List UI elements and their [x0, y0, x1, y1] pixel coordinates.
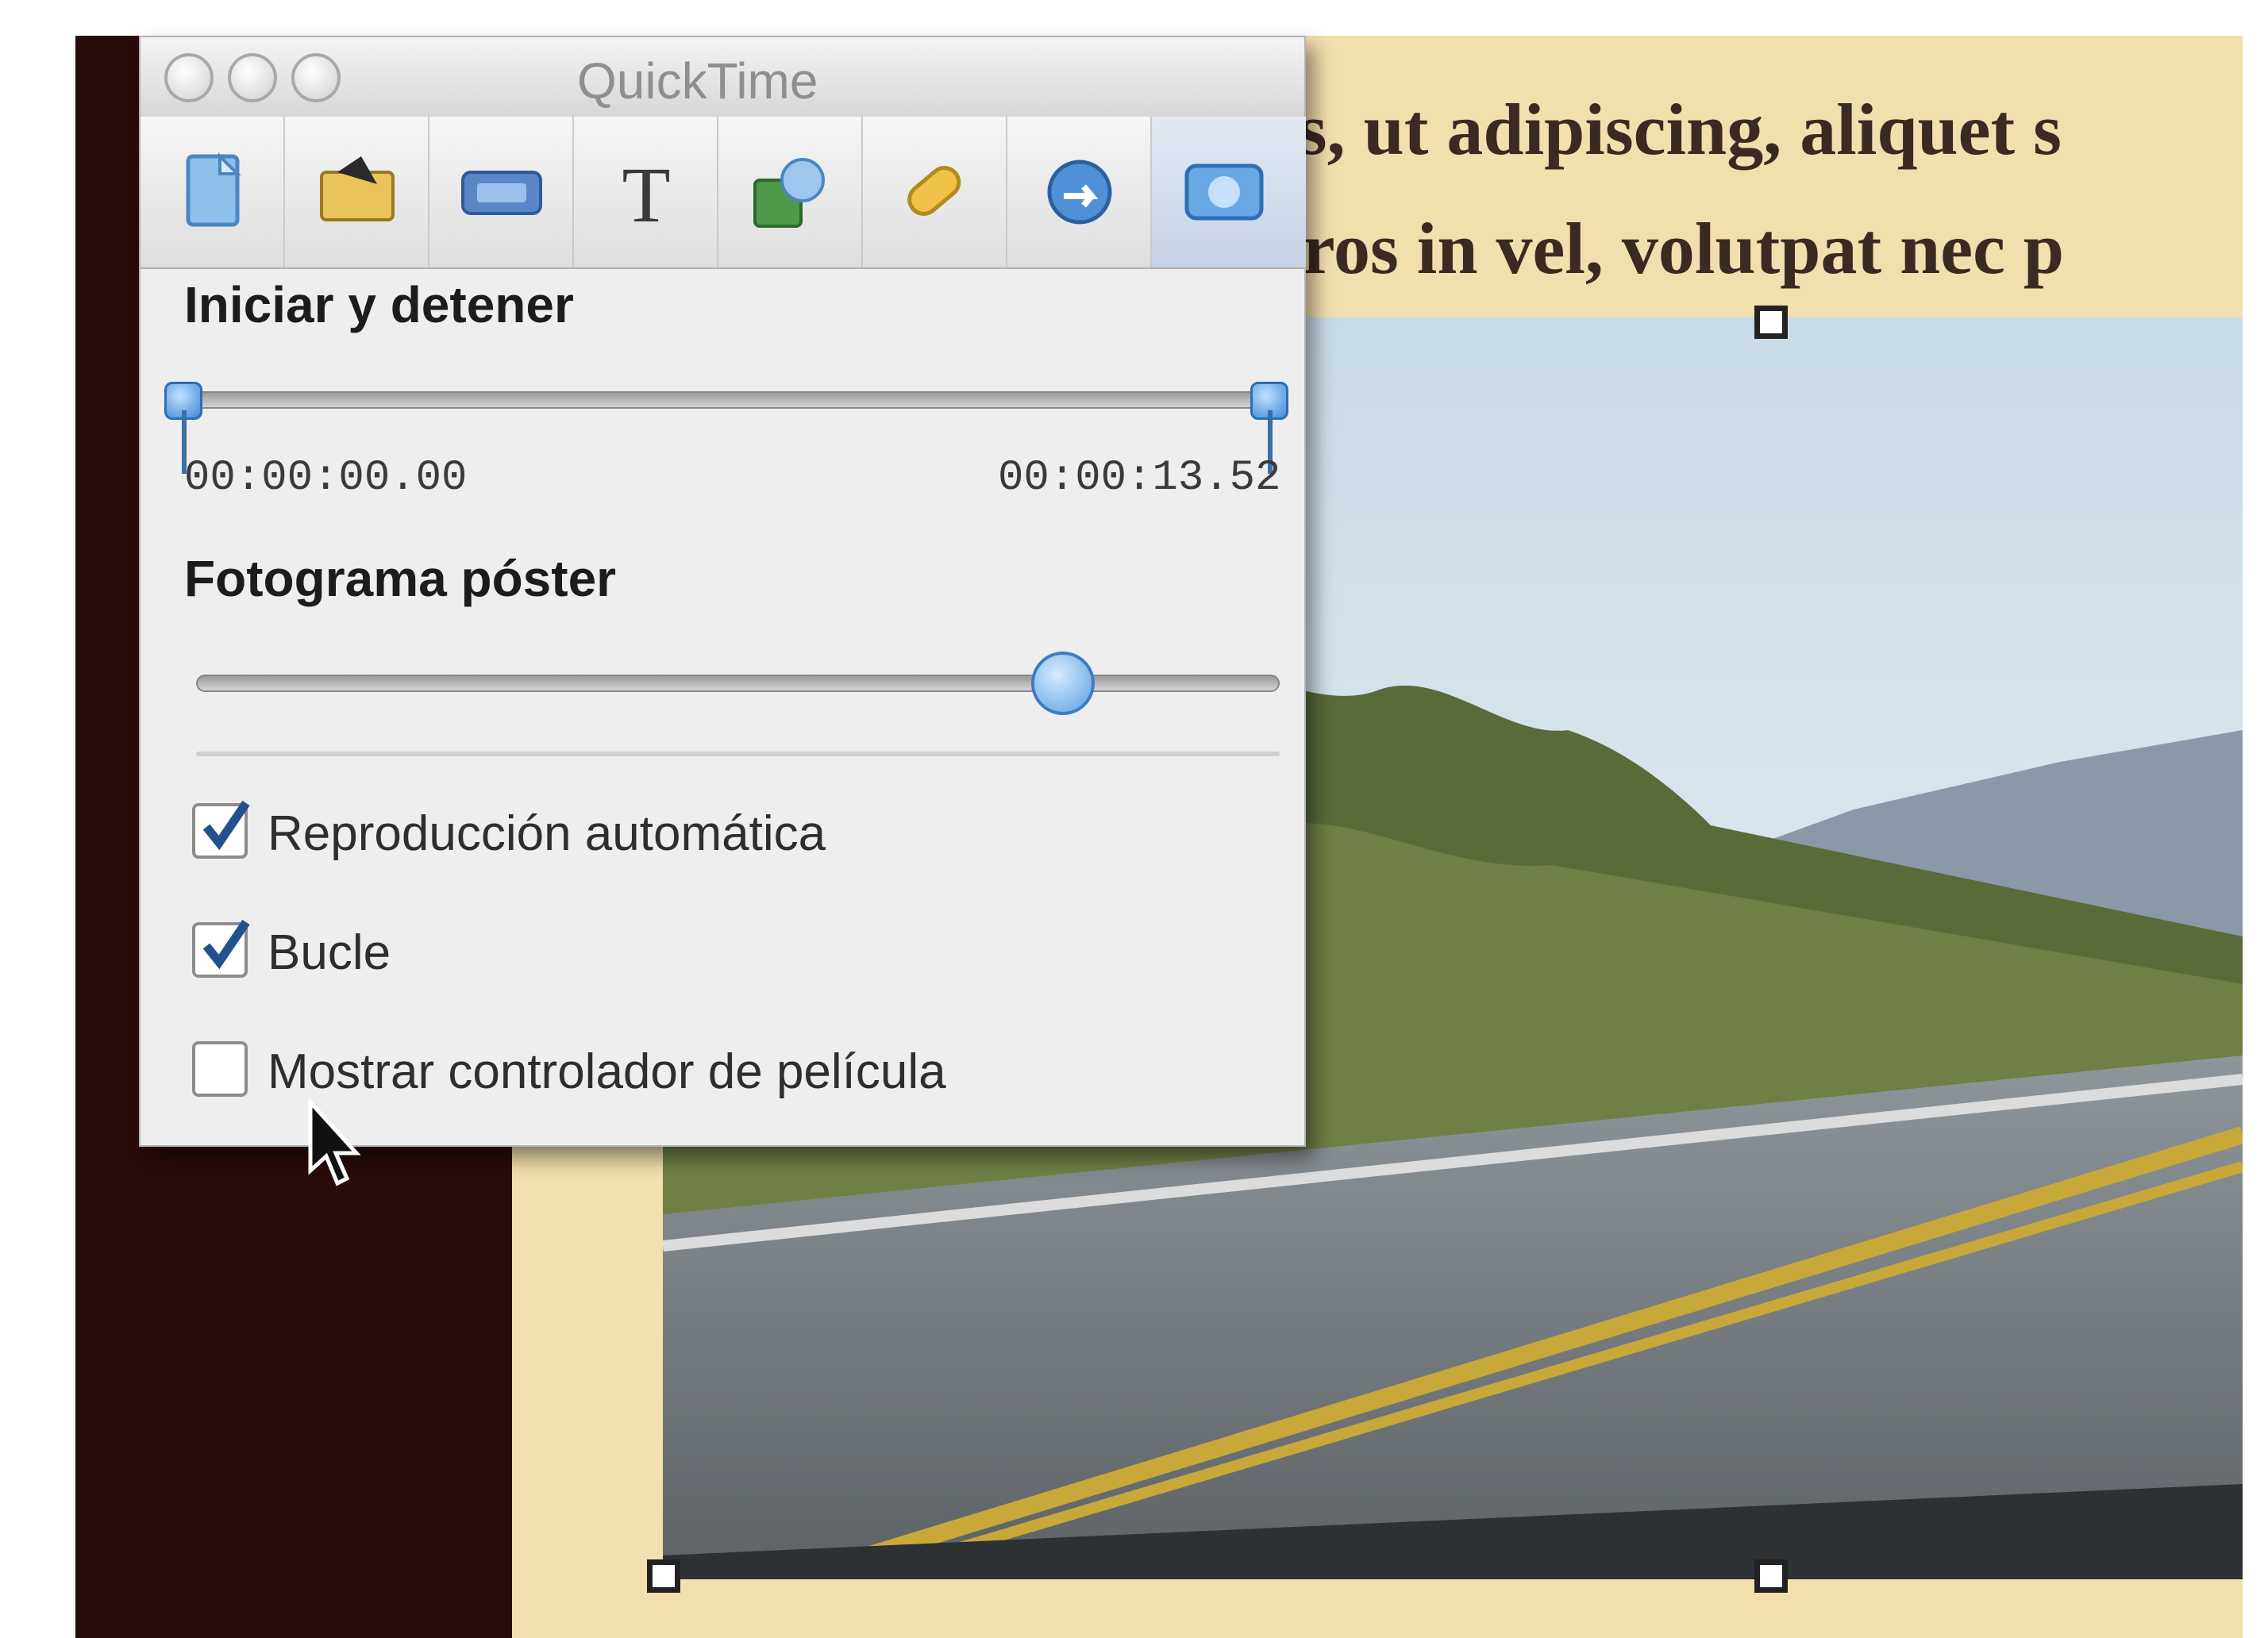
text-icon: T — [622, 151, 670, 236]
link-icon — [1047, 160, 1112, 225]
metrics-icon — [461, 171, 542, 215]
selection-handle[interactable] — [1754, 306, 1788, 339]
poster-frame-title: Fotograma póster — [184, 550, 617, 607]
autoplay-checkbox[interactable] — [192, 800, 250, 859]
hyperlink-icon — [907, 166, 961, 216]
graphic-icon — [320, 156, 395, 221]
selection-handle[interactable] — [1754, 1559, 1788, 1593]
poster-frame-knob[interactable] — [1031, 652, 1095, 715]
text-inspector-button[interactable]: T — [574, 117, 718, 267]
check-icon — [202, 919, 250, 970]
metrics-inspector-button[interactable] — [429, 117, 574, 267]
loop-checkbox[interactable] — [192, 919, 250, 978]
screen: ss, ut adipiscing, aliquet s eros in vel… — [0, 0, 2268, 1638]
title-bar[interactable]: QuickTime — [141, 37, 1304, 118]
close-button[interactable] — [164, 53, 214, 102]
minimize-button[interactable] — [228, 53, 277, 102]
quicktime-inspector-button[interactable] — [1152, 117, 1306, 267]
table-icon — [753, 158, 825, 228]
document-icon — [186, 152, 241, 227]
show-controller-checkbox[interactable] — [192, 1041, 248, 1097]
table-inspector-button[interactable] — [718, 117, 863, 267]
mouse-pointer-icon — [308, 1099, 361, 1186]
page-text-line: eros in vel, volutpat nec p — [1270, 208, 2065, 289]
graphic-inspector-button[interactable] — [285, 117, 429, 267]
page-text-line: ss, ut adipiscing, aliquet s — [1270, 89, 2062, 170]
zoom-button[interactable] — [291, 53, 341, 102]
loop-label[interactable]: Bucle — [268, 925, 391, 981]
start-stop-title: Iniciar y detener — [184, 276, 574, 333]
selection-handle[interactable] — [647, 1559, 680, 1593]
start-stop-slider[interactable] — [184, 391, 1280, 409]
show-controller-label[interactable]: Mostrar controlador de película — [268, 1044, 946, 1100]
check-icon — [202, 800, 250, 851]
poster-frame-slider[interactable] — [196, 675, 1280, 692]
link-inspector-button[interactable] — [1007, 117, 1152, 267]
svg-text:T: T — [622, 151, 670, 236]
document-inspector-button[interactable] — [141, 117, 285, 267]
window-title: QuickTime — [577, 52, 818, 110]
hyperlink-inspector-button[interactable] — [863, 117, 1007, 267]
inspector-toolbar: T — [141, 117, 1306, 269]
end-time: 00:00:13.52 — [998, 454, 1281, 502]
divider — [196, 752, 1280, 756]
autoplay-label[interactable]: Reproducción automática — [268, 806, 826, 862]
start-time: 00:00:00.00 — [184, 454, 468, 502]
quicktime-inspector: QuickTime T Iniciar y detener 00:00:00.0… — [139, 36, 1306, 1147]
quicktime-icon — [1184, 163, 1264, 221]
